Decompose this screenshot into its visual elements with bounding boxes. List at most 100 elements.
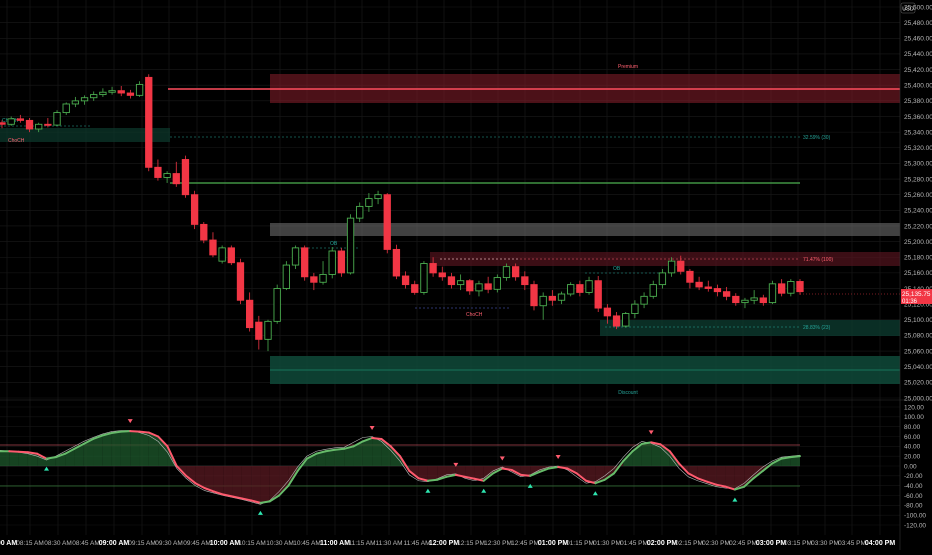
candle [109, 87, 115, 95]
candle [81, 95, 87, 104]
candle [696, 277, 702, 290]
osc-axis-tick: -120.00 [904, 522, 926, 529]
time-axis-label: 03:00 PM [756, 540, 787, 547]
candle [623, 312, 629, 328]
time-axis-label: 10:00 AM [210, 540, 241, 547]
buy-signal-marker [732, 498, 737, 502]
osc-fill [651, 442, 660, 466]
osc-axis-tick: 20.00 [904, 453, 921, 460]
ob-label-2: OB [613, 266, 621, 272]
candle [567, 282, 573, 296]
candle [301, 246, 307, 281]
candle [155, 159, 161, 180]
price-axis-tick: 25,200.00 [904, 239, 932, 246]
chart-canvas[interactable]: Premium Discount 71.47% (100) 32.59% (30… [0, 0, 932, 550]
candle [788, 279, 794, 296]
time-axis-label: 02:45 PM [729, 540, 757, 547]
price-axis-tick: 25,060.00 [904, 348, 932, 355]
price-axis-tick: 25,040.00 [904, 364, 932, 371]
price-axis-tick: 25,380.00 [904, 98, 932, 105]
candle [366, 193, 372, 212]
candle [586, 277, 592, 295]
time-axis-label: 02:00 PM [647, 540, 678, 547]
osc-fill [335, 449, 344, 466]
time-axis-label: 12:45 PM [511, 540, 539, 547]
price-axis-tick: 25,480.00 [904, 20, 932, 27]
time-axis-label: 09:45 AM [183, 540, 210, 547]
candle [283, 261, 289, 290]
osc-fill [140, 432, 149, 466]
fib-label-3: 28.83% (23) [803, 325, 831, 331]
candle [201, 222, 207, 243]
osc-main-line [791, 456, 800, 457]
candle [100, 88, 106, 97]
buy-signal-marker [593, 491, 598, 495]
candle [531, 281, 537, 311]
osc-fill [112, 432, 121, 466]
osc-axis-tick: 60.00 [904, 434, 921, 441]
candle [659, 269, 665, 289]
price-axis-tick: 25,020.00 [904, 380, 932, 387]
candle [265, 320, 271, 351]
candle [503, 263, 509, 280]
osc-main-line [140, 432, 149, 433]
price-axis-tick: 25,440.00 [904, 51, 932, 58]
osc-fill [716, 466, 725, 487]
osc-axis-tick: 120.00 [904, 404, 924, 411]
time-axis-label: 08:45 AM [72, 540, 99, 547]
price-axis-tick: 25,300.00 [904, 161, 932, 168]
osc-fill [363, 438, 372, 466]
osc-axis-tick: -20.00 [904, 473, 923, 480]
time-axis-label: 09:30 AM [155, 540, 182, 547]
osc-axis-tick: 0.00 [904, 463, 917, 470]
osc-fill [214, 466, 223, 495]
time-axis-label: 11:45 AM [404, 540, 431, 547]
price-axis-tick: 25,360.00 [904, 114, 932, 121]
price-axis-tick: 25,100.00 [904, 317, 932, 324]
candle [347, 214, 353, 274]
fib-label-2: 32.59% (30) [803, 135, 831, 141]
osc-main-line [335, 449, 344, 450]
ob-label-1: OB [330, 241, 338, 247]
candle [210, 232, 216, 257]
candle [439, 267, 445, 281]
osc-fill [149, 433, 158, 466]
time-axis-label: 03:30 PM [811, 540, 839, 547]
candle [256, 316, 262, 350]
osc-fill [642, 442, 651, 466]
candle [558, 292, 564, 305]
price-tag-countdown: 01:36 [902, 299, 918, 305]
gray-zone [270, 223, 900, 236]
sell-signal-marker [649, 430, 654, 434]
osc-axis-tick: 40.00 [904, 444, 921, 451]
osc-fill [260, 466, 269, 503]
candle [63, 102, 69, 115]
fib-label-1: 71.47% (100) [803, 257, 833, 263]
premium-label: Premium [618, 64, 638, 70]
candle [632, 300, 638, 318]
osc-fill [130, 431, 139, 466]
candle [274, 285, 280, 324]
price-axis-tick: 25,160.00 [904, 270, 932, 277]
osc-fill [372, 438, 381, 466]
price-axis-tick: 25,500.00 [904, 4, 932, 11]
price-axis-tick: 25,280.00 [904, 176, 932, 183]
osc-axis-tick: 80.00 [904, 424, 921, 431]
osc-fill [102, 433, 111, 466]
candle [182, 156, 188, 198]
candle [219, 246, 225, 264]
candle [146, 74, 152, 171]
trading-chart[interactable]: Premium Discount 71.47% (100) 32.59% (30… [0, 0, 932, 550]
sell-signal-marker [128, 419, 133, 423]
osc-fill [428, 466, 437, 481]
osc-fill [121, 431, 130, 466]
time-axis-label: 01:00 PM [538, 540, 569, 547]
time-axis-label: 03:45 PM [838, 540, 866, 547]
candle [751, 290, 757, 304]
candle [292, 246, 298, 269]
price-axis-tick: 25,180.00 [904, 255, 932, 262]
buy-signal-marker [44, 467, 49, 471]
ob-green-zone [600, 320, 900, 336]
price-axis-tick: 25,460.00 [904, 36, 932, 43]
candle [687, 269, 693, 289]
